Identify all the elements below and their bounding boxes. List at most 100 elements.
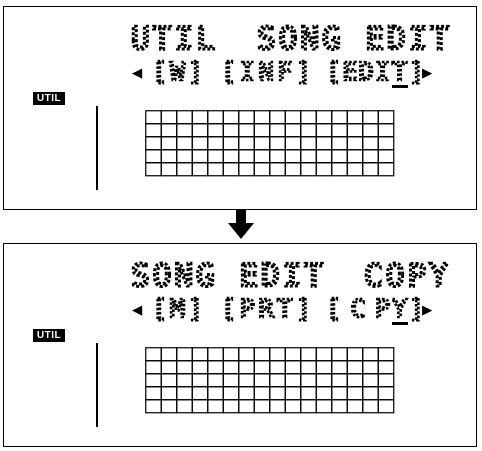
grid-cell (362, 373, 379, 388)
grid-cell (269, 136, 286, 151)
lcd-divider (96, 106, 98, 190)
grid-cell (253, 123, 271, 138)
grid-cell (284, 360, 302, 375)
grid-cell (362, 386, 379, 401)
grid-cell (331, 136, 348, 151)
grid-cell (346, 136, 364, 151)
grid-cell (315, 123, 333, 138)
grid-cell (269, 347, 286, 362)
tab-inf[interactable]: [INF] (220, 56, 313, 88)
grid-cell (284, 162, 302, 177)
left-arrow-icon[interactable]: ◀ (132, 63, 143, 83)
left-arrow-icon[interactable]: ◀ (132, 300, 143, 320)
grid-cell (331, 386, 348, 401)
grid-cell (222, 149, 240, 164)
right-arrow-icon[interactable]: ▶ (422, 63, 433, 83)
down-arrow-icon (228, 210, 254, 239)
grid-cell (238, 347, 255, 362)
tab-edit-cursor-char[interactable]: T (391, 56, 409, 88)
grid-cell (284, 373, 302, 388)
grid-cell (362, 347, 379, 362)
grid-cell (207, 136, 224, 151)
grid-cell (315, 347, 333, 362)
grid-cell (160, 360, 178, 375)
grid-cell (253, 373, 271, 388)
grid-cell (191, 399, 209, 414)
grid-cell (346, 373, 364, 388)
grid-cell (377, 386, 395, 401)
grid-cell (222, 162, 240, 177)
grid-cell (145, 360, 162, 375)
util-badge: UTIL (33, 92, 65, 105)
tab-copy-cursor-char[interactable]: Y (391, 293, 409, 325)
grid-cell (284, 399, 302, 414)
grid-cell (176, 399, 193, 414)
grid-cell (253, 110, 271, 125)
grid-cell (253, 360, 271, 375)
grid-cell (253, 162, 271, 177)
grid-cell (315, 386, 333, 401)
grid-cell (331, 149, 348, 164)
grid-cell (300, 347, 317, 362)
grid-cell (191, 123, 209, 138)
grid-cell (362, 123, 379, 138)
grid-cell (331, 399, 348, 414)
grid-cell (331, 123, 348, 138)
grid-cell (160, 386, 178, 401)
grid-cell (253, 399, 271, 414)
grid-cell (331, 360, 348, 375)
grid-cell (222, 110, 240, 125)
tab-edit-prefix[interactable]: [EDI (325, 56, 392, 88)
grid-cell (191, 162, 209, 177)
grid-cell (346, 162, 364, 177)
grid-cell (238, 373, 255, 388)
grid-cell (284, 110, 302, 125)
grid-cell (238, 136, 255, 151)
tab-w[interactable]: [W] (151, 56, 205, 88)
tab-prt[interactable]: [PRT] (220, 293, 313, 325)
grid-cell (331, 373, 348, 388)
grid-cell (207, 386, 224, 401)
grid-cell (300, 162, 317, 177)
grid-cell (300, 373, 317, 388)
grid-cell (160, 123, 178, 138)
grid-cell (284, 347, 302, 362)
lcd-tab-svg: ◀ [M] [PRT] [CP Y ] ▶ (132, 293, 433, 325)
grid-cell (238, 123, 255, 138)
grid-cell (331, 162, 348, 177)
grid-cell (269, 110, 286, 125)
grid-cell (145, 386, 162, 401)
tab-m[interactable]: [M] (151, 293, 205, 325)
grid-cell (145, 123, 162, 138)
lcd-tab-line: ◀ [W] [INF] [EDI T ] ▶ (4, 52, 476, 98)
grid-cell (315, 373, 333, 388)
grid-cell (253, 149, 271, 164)
grid-cell (269, 149, 286, 164)
grid-cell (176, 386, 193, 401)
grid-cell (300, 360, 317, 375)
grid-cell (207, 347, 224, 362)
grid-cell (176, 149, 193, 164)
grid-cell (176, 360, 193, 375)
grid-cell (269, 373, 286, 388)
tab-copy-prefix[interactable]: [CP (325, 293, 392, 325)
grid-cell (176, 110, 193, 125)
grid-cell (145, 347, 162, 362)
grid-cell (284, 149, 302, 164)
grid-cell (160, 399, 178, 414)
grid-cell (346, 123, 364, 138)
grid-cell (145, 149, 162, 164)
grid-cell (160, 162, 178, 177)
grid-cell (362, 162, 379, 177)
util-badge: UTIL (33, 329, 65, 342)
grid-cell (362, 399, 379, 414)
grid-cell (284, 386, 302, 401)
grid-cell (145, 136, 162, 151)
grid-cell (346, 386, 364, 401)
grid-cell (222, 136, 240, 151)
grid-cell (331, 347, 348, 362)
lcd-tab-svg: ◀ [W] [INF] [EDI T ] ▶ (132, 56, 433, 88)
grid-cell (191, 110, 209, 125)
right-arrow-icon[interactable]: ▶ (422, 300, 433, 320)
grid-cell (346, 347, 364, 362)
